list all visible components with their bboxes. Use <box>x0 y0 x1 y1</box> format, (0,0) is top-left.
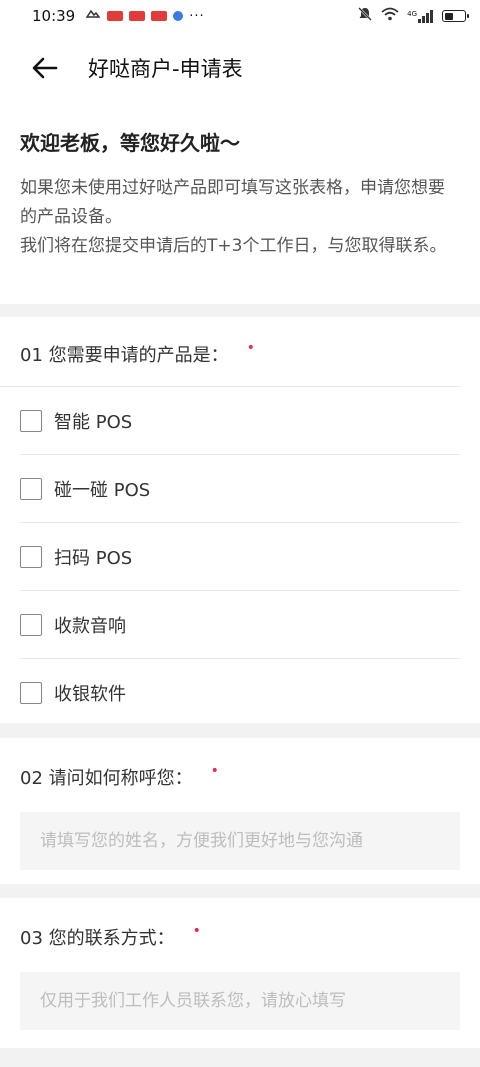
question-label: 01 您需要申请的产品是： <box>20 345 229 366</box>
more-notifications-icon: ··· <box>189 8 205 24</box>
mute-bell-icon <box>357 6 373 26</box>
option-cashier-software[interactable]: 收银软件 <box>20 659 460 727</box>
option-label: 智能 POS <box>54 411 133 433</box>
cellular-signal-icon: 4G <box>407 9 434 23</box>
intro-section: 欢迎老板，等您好久啦～ 如果您未使用过好哒产品即可填写这张表格，申请您想要的产品… <box>0 104 480 304</box>
battery-level <box>444 12 454 20</box>
option-label: 扫码 POS <box>54 547 133 569</box>
contact-input[interactable] <box>20 972 460 1030</box>
back-arrow-icon <box>32 57 58 79</box>
option-label: 碰一碰 POS <box>54 479 151 501</box>
checkbox[interactable] <box>20 409 42 432</box>
wifi-icon <box>381 7 399 25</box>
app-notification-icon <box>129 11 146 21</box>
required-marker: • <box>192 923 201 939</box>
intro-line-2: 我们将在您提交申请后的T+3个工作日，与您取得联系。 <box>20 236 447 256</box>
required-marker: • <box>246 340 255 356</box>
intro-line-1: 如果您未使用过好哒产品即可填写这张表格，申请您想要的产品设备。 <box>20 178 445 227</box>
welcome-heading: 欢迎老板，等您好久啦～ <box>20 131 240 155</box>
required-marker: • <box>210 763 219 779</box>
option-payment-speaker[interactable]: 收款音响 <box>20 591 460 659</box>
option-label: 收款音响 <box>54 615 126 637</box>
option-label: 收银软件 <box>54 684 126 705</box>
battery-icon <box>442 10 469 22</box>
status-bar: 10:39 ··· 4G <box>0 0 480 32</box>
question-label: 03 您的联系方式： <box>20 928 175 949</box>
question-title: 03 您的联系方式： • <box>0 898 480 950</box>
intro-description: 如果您未使用过好哒产品即可填写这张表格，申请您想要的产品设备。 我们将在您提交申… <box>20 174 460 261</box>
app-notification-icon <box>107 11 124 21</box>
question-contact-section: 03 您的联系方式： • <box>0 898 480 1048</box>
option-smart-pos[interactable]: 智能 POS <box>20 387 460 455</box>
option-tap-pos[interactable]: 碰一碰 POS <box>20 455 460 523</box>
question-label: 02 请问如何称呼您： <box>20 768 193 789</box>
option-scan-pos[interactable]: 扫码 POS <box>20 523 460 591</box>
app-notification-icon <box>151 11 168 21</box>
status-left: 10:39 ··· <box>32 7 205 25</box>
status-right: 4G <box>357 6 469 26</box>
status-time: 10:39 <box>32 7 76 25</box>
checkbox[interactable] <box>20 545 42 568</box>
page-title: 好哒商户-申请表 <box>88 57 243 81</box>
network-type: 4G <box>407 9 417 18</box>
app-notification-icon <box>173 11 184 21</box>
page-header: 好哒商户-申请表 <box>0 32 480 104</box>
checkbox[interactable] <box>20 682 42 704</box>
question-name-section: 02 请问如何称呼您： • <box>0 738 480 884</box>
back-button[interactable] <box>30 53 60 83</box>
question-title: 02 请问如何称呼您： • <box>0 738 480 790</box>
checkbox[interactable] <box>20 477 42 500</box>
question-title: 01 您需要申请的产品是： • <box>0 317 460 387</box>
notification-icon <box>85 7 101 25</box>
name-input[interactable] <box>20 812 460 870</box>
checkbox[interactable] <box>20 613 42 636</box>
question-products-section: 01 您需要申请的产品是： • 智能 POS 碰一碰 POS 扫码 POS 收款… <box>0 317 480 723</box>
